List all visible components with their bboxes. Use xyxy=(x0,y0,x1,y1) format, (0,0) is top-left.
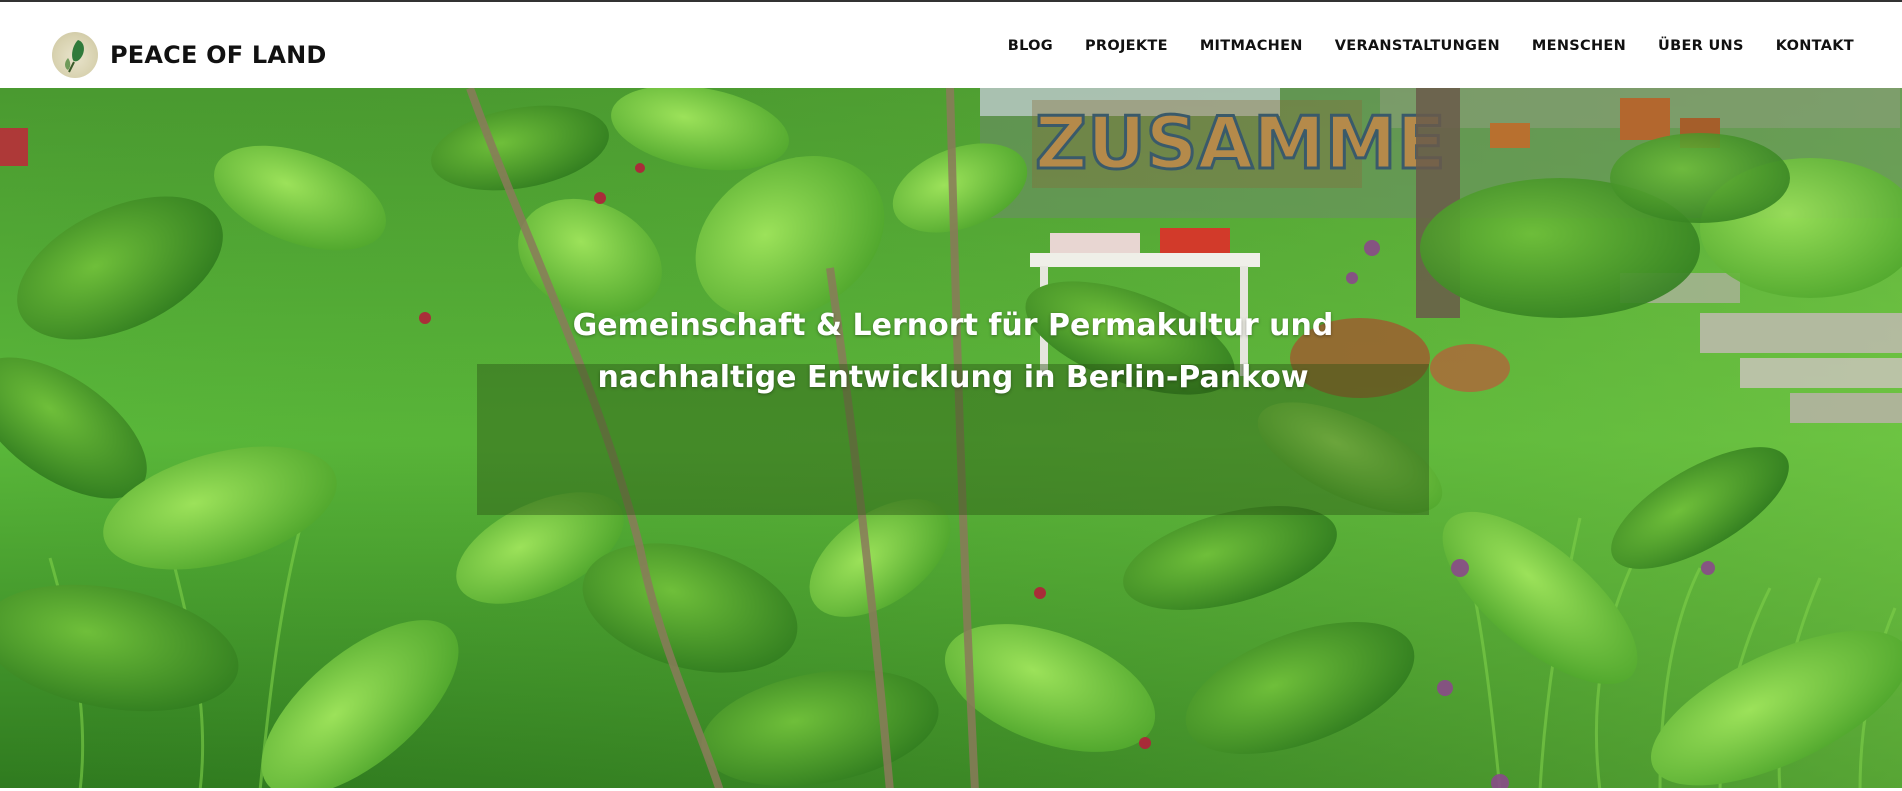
nav-projekte[interactable]: PROJEKTE xyxy=(1085,38,1168,54)
hero-banner: ZUSAMME xyxy=(0,88,1902,791)
hero-headline-line-1: Gemeinschaft & Lernort für Permakultur u… xyxy=(572,308,1334,343)
svg-text:ZUSAMME: ZUSAMME xyxy=(1035,101,1446,185)
nav-kontakt[interactable]: KONTAKT xyxy=(1776,38,1854,54)
nav-ueber-uns[interactable]: ÜBER UNS xyxy=(1658,38,1744,54)
nav-menschen[interactable]: MENSCHEN xyxy=(1532,38,1626,54)
logo-leaf-icon xyxy=(52,32,98,78)
hero-headline-line-2: nachhaltige Entwicklung in Berlin-Pankow xyxy=(597,360,1309,395)
main-nav: BLOG PROJEKTE MITMACHEN VERANSTALTUNGEN … xyxy=(976,38,1854,54)
hero-headline: Gemeinschaft & Lernort für Permakultur u… xyxy=(477,300,1429,404)
site-header: PEACE OF LAND BLOG PROJEKTE MITMACHEN VE… xyxy=(0,2,1902,88)
zusammen-sign: ZUSAMME xyxy=(1032,100,1447,188)
brand-home-link[interactable]: PEACE OF LAND xyxy=(52,32,327,78)
nav-veranstaltungen[interactable]: VERANSTALTUNGEN xyxy=(1335,38,1500,54)
nav-mitmachen[interactable]: MITMACHEN xyxy=(1200,38,1303,54)
nav-blog[interactable]: BLOG xyxy=(1008,38,1053,54)
brand-name: PEACE OF LAND xyxy=(110,41,327,69)
